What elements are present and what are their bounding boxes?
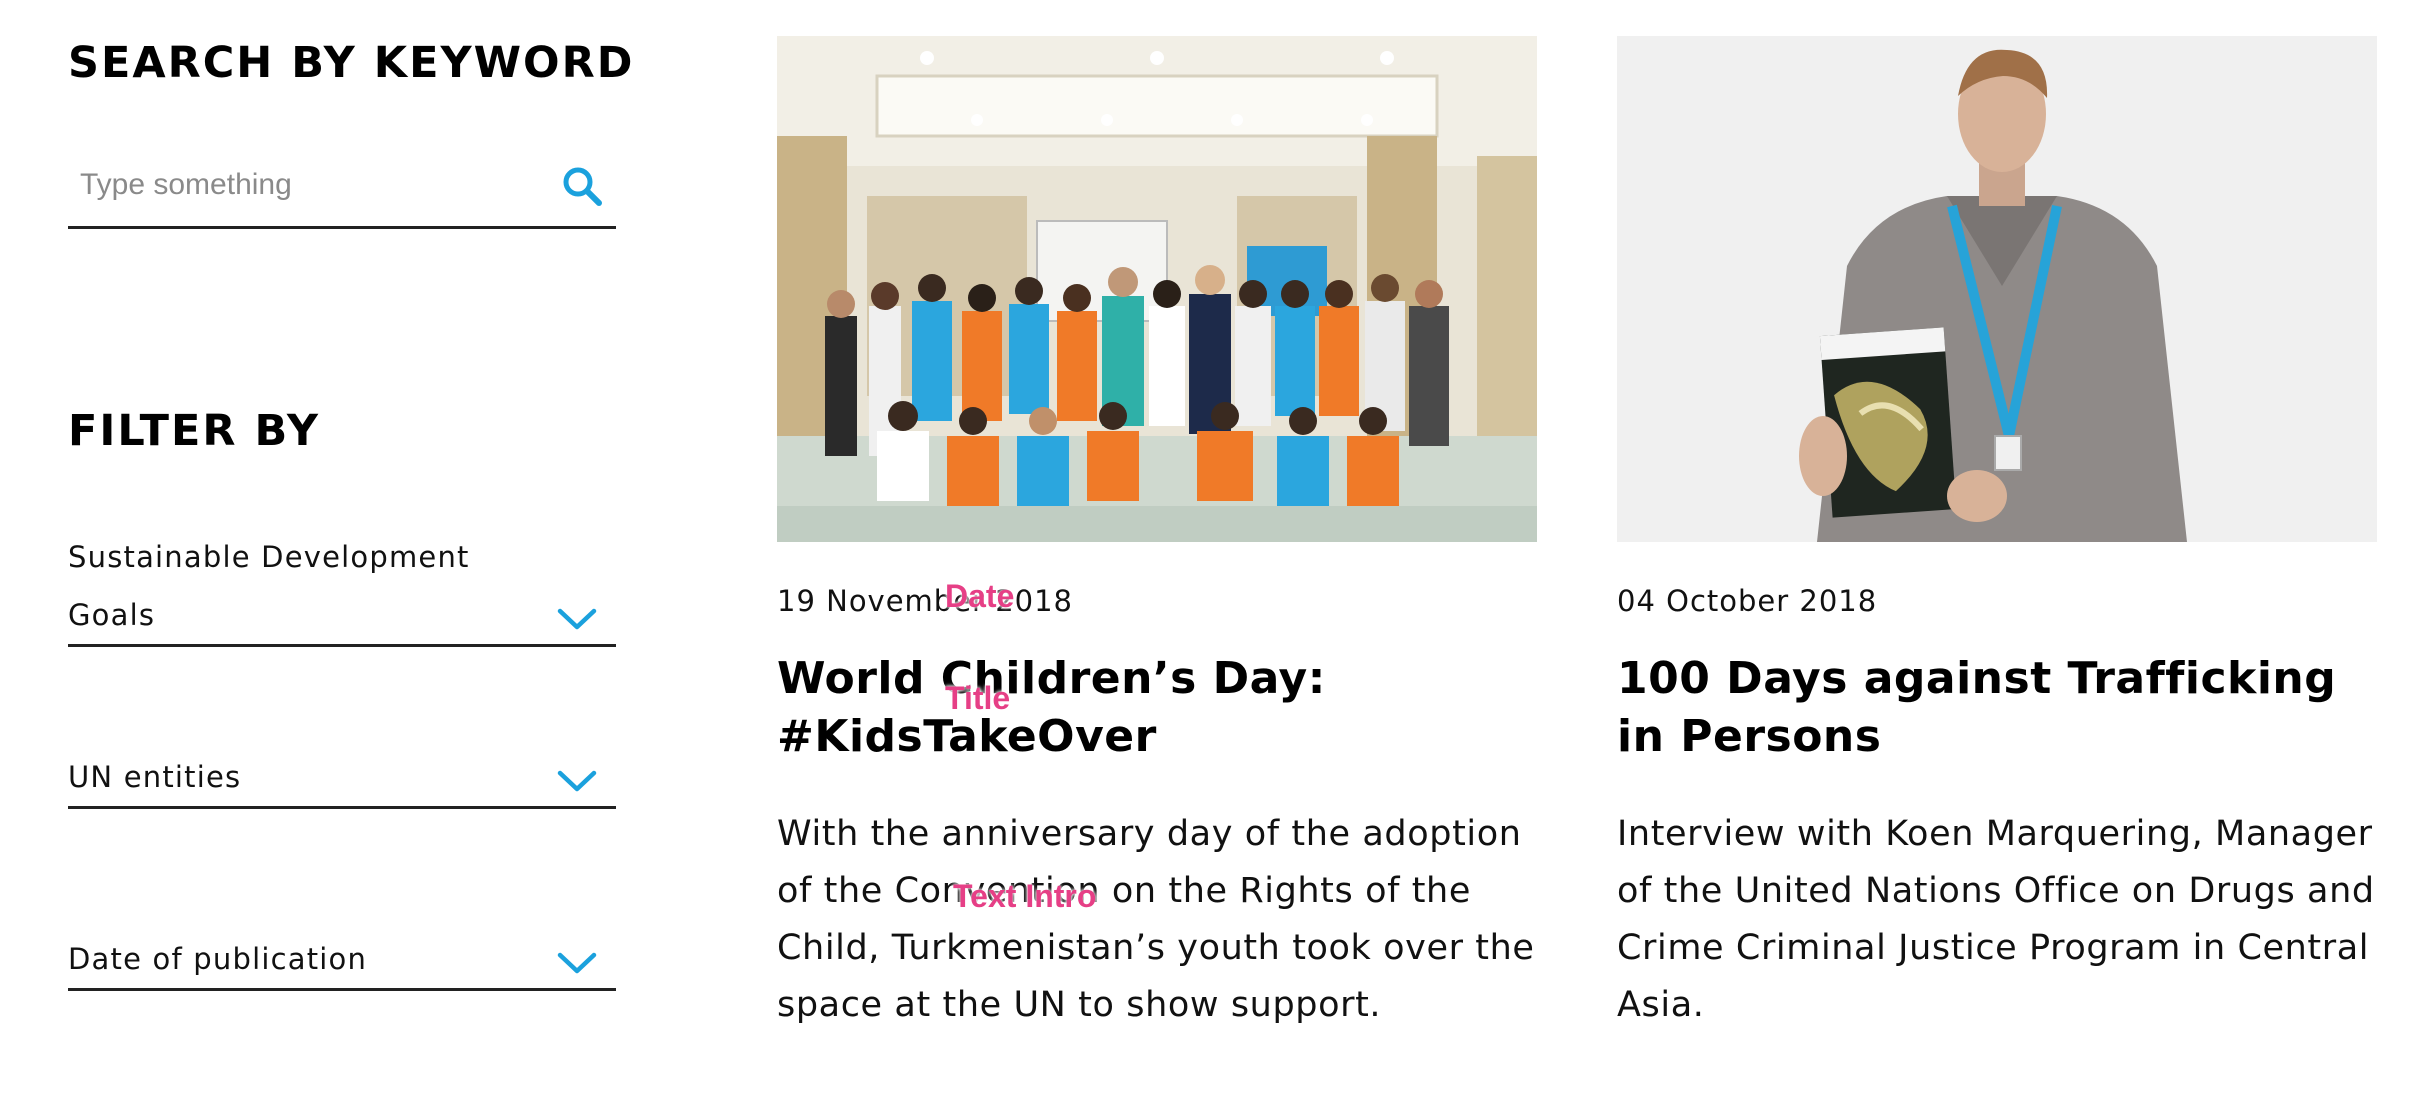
filter-sdg-label: Sustainable Development Goals bbox=[68, 540, 470, 632]
card-photo[interactable] bbox=[777, 36, 1537, 542]
filter-un-entities-dropdown[interactable]: UN entities bbox=[68, 748, 616, 809]
filter-heading: FILTER BY bbox=[68, 406, 321, 456]
man-with-report-image bbox=[1617, 36, 2377, 542]
search-icon[interactable] bbox=[560, 164, 604, 208]
chevron-down-icon bbox=[557, 770, 597, 792]
card-title[interactable]: 100 Days against Trafficking in Persons bbox=[1617, 650, 2377, 766]
filter-un-entities-label: UN entities bbox=[68, 760, 242, 794]
card-date: 19 November 2018 bbox=[777, 584, 1074, 618]
chevron-down-icon bbox=[557, 608, 597, 630]
chevron-down-icon bbox=[557, 952, 597, 974]
search-input[interactable] bbox=[78, 160, 542, 210]
card-title[interactable]: World Children’s Day: #KidsTakeOver bbox=[777, 650, 1537, 766]
group-photo-image bbox=[777, 36, 1537, 542]
card-date: 04 October 2018 bbox=[1617, 584, 1878, 618]
filter-date-dropdown[interactable]: Date of publication bbox=[68, 930, 616, 991]
card-intro: With the anniversary day of the adoption… bbox=[777, 814, 1535, 1025]
filter-sdg-dropdown[interactable]: Sustainable Development Goals bbox=[68, 528, 616, 647]
card-photo[interactable] bbox=[1617, 36, 2377, 542]
filter-date-label: Date of publication bbox=[68, 942, 368, 976]
search-heading: SEARCH BY KEYWORD bbox=[68, 38, 635, 88]
card-intro: Interview with Koen Marquering, Manager … bbox=[1617, 814, 2375, 1025]
search-box bbox=[68, 148, 616, 229]
